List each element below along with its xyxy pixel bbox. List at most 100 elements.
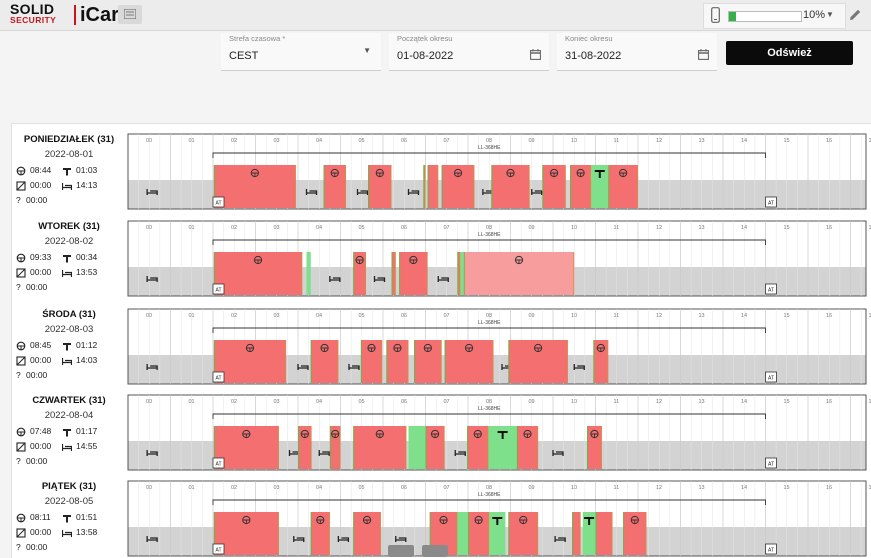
driving-segment[interactable]	[491, 165, 529, 208]
driving-segment[interactable]	[214, 340, 286, 383]
work-segment[interactable]	[457, 512, 468, 555]
at-badge: AT	[766, 284, 777, 294]
svg-text:AT: AT	[768, 376, 774, 382]
day-date: 2022-08-03	[12, 324, 126, 335]
calendar-icon[interactable]	[698, 49, 709, 60]
driving-segment[interactable]	[214, 252, 302, 295]
driving-segment[interactable]	[608, 165, 638, 208]
work-segment[interactable]	[409, 426, 426, 469]
day-name: ŚRODA (31)	[12, 309, 126, 320]
bed-icon	[62, 528, 72, 538]
phone-icon	[711, 7, 720, 23]
svg-text:AT: AT	[768, 288, 774, 294]
driving-segment[interactable]	[593, 340, 608, 383]
driving-segment[interactable]	[353, 252, 366, 295]
day-timeline[interactable]: 000102030405060708091011121314151617LL-3…	[128, 221, 866, 296]
scroll-handle-left[interactable]	[388, 545, 414, 557]
day-timeline[interactable]: 000102030405060708091011121314151617LL-3…	[128, 481, 866, 556]
timezone-label: Strefa czasowa *	[229, 34, 285, 43]
unknown-time: ?00:00	[16, 282, 21, 292]
day-timeline[interactable]: 000102030405060708091011121314151617LL-3…	[128, 309, 866, 384]
availability-time-value: 00:00	[30, 267, 51, 277]
svg-text:AT: AT	[768, 201, 774, 207]
refresh-button[interactable]: Odśwież	[726, 41, 853, 65]
calendar-icon[interactable]	[530, 49, 541, 60]
vehicle-label: LL-368HE	[478, 492, 501, 498]
driving-segment[interactable]	[570, 165, 591, 208]
chevron-down-icon[interactable]: ▼	[826, 10, 834, 19]
at-badge: AT	[766, 197, 777, 207]
logo-security-text: SECURITY	[10, 16, 56, 25]
scroll-handle-right[interactable]	[422, 545, 448, 557]
availability-icon	[16, 356, 26, 366]
driving-segment[interactable]	[311, 340, 339, 383]
driving-segment[interactable]	[368, 165, 391, 208]
menu-icon	[124, 9, 136, 19]
driving-segment[interactable]	[542, 165, 565, 208]
vehicle-label: LL-368HE	[478, 320, 501, 326]
work-segment[interactable]	[307, 252, 311, 295]
rest-time-value: 13:58	[76, 527, 97, 537]
day-name: PONIEDZIAŁEK (31)	[12, 134, 126, 145]
steering-wheel-icon	[16, 341, 26, 351]
driving-segment[interactable]	[508, 340, 568, 383]
driving-segment[interactable]	[517, 426, 538, 469]
work-time-value: 01:12	[76, 340, 97, 350]
driving-segment[interactable]	[386, 340, 408, 383]
period-end-value: 31-08-2022	[565, 50, 621, 62]
svg-text:AT: AT	[215, 288, 221, 294]
battery-percent: 10%	[803, 9, 825, 21]
day-date: 2022-08-05	[12, 496, 126, 507]
driving-segment[interactable]	[467, 426, 488, 469]
driving-segment[interactable]	[587, 426, 602, 469]
steering-wheel-icon	[16, 427, 26, 437]
day-name: WTOREK (31)	[12, 221, 126, 232]
work-time-value: 01:51	[76, 512, 97, 522]
driving-segment[interactable]	[353, 426, 406, 469]
availability-time-value: 00:00	[30, 441, 51, 451]
driving-segment[interactable]	[623, 512, 646, 555]
bed-icon	[62, 181, 72, 191]
driving-time-value: 07:48	[30, 426, 51, 436]
vehicle-label: LL-368HE	[478, 232, 501, 238]
driving-segment[interactable]	[324, 165, 347, 208]
driving-segment[interactable]	[298, 426, 312, 469]
pencil-icon[interactable]	[849, 8, 862, 21]
driving-segment[interactable]	[414, 340, 442, 383]
day-timeline[interactable]: 000102030405060708091011121314151617LL-3…	[128, 134, 866, 209]
period-end-field[interactable]: Koniec okresu 31-08-2022	[557, 33, 717, 71]
work-time-value: 00:34	[76, 252, 97, 262]
hammers-icon	[62, 341, 72, 351]
driving-segment[interactable]	[442, 165, 475, 208]
driving-segment[interactable]	[399, 252, 427, 295]
driving-segment[interactable]	[468, 512, 489, 555]
bed-icon	[62, 356, 72, 366]
unknown-time: ?00:00	[16, 456, 21, 466]
driving-time-value: 08:45	[30, 340, 51, 350]
driving-segment[interactable]	[426, 426, 445, 469]
timezone-select[interactable]: Strefa czasowa * CEST ▼	[221, 33, 381, 71]
svg-text:AT: AT	[768, 462, 774, 468]
work-time-value: 01:03	[76, 165, 97, 175]
unknown-time-value: 00:00	[26, 370, 47, 380]
at-badge: AT	[213, 284, 224, 294]
driving-segment[interactable]	[572, 512, 581, 555]
availability-time-value: 00:00	[30, 180, 51, 190]
chevron-down-icon: ▼	[363, 46, 371, 55]
driving-segment[interactable]	[214, 165, 296, 208]
driving-segment[interactable]	[508, 512, 538, 555]
period-start-field[interactable]: Początek okresu 01-08-2022	[389, 33, 549, 71]
driving-segment[interactable]	[428, 165, 439, 208]
battery-bar	[728, 11, 802, 22]
driving-segment[interactable]	[445, 340, 494, 383]
period-start-label: Początek okresu	[397, 34, 452, 43]
driving-segment[interactable]	[353, 512, 381, 555]
driving-segment[interactable]	[464, 252, 575, 295]
work-segment[interactable]	[460, 252, 463, 295]
driving-segment[interactable]	[596, 512, 613, 555]
driving-segment[interactable]	[311, 512, 330, 555]
menu-button[interactable]	[118, 5, 142, 24]
day-timeline[interactable]: 000102030405060708091011121314151617LL-3…	[128, 395, 866, 470]
driving-segment[interactable]	[361, 340, 382, 383]
at-badge: AT	[213, 197, 224, 207]
